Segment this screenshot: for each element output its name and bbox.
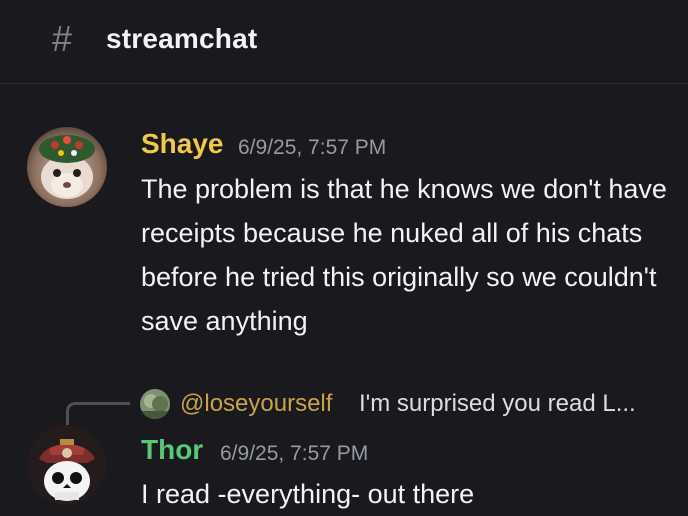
reply-author[interactable]: @loseyourself xyxy=(180,389,332,419)
reply-preview[interactable]: I'm surprised you read L... xyxy=(359,389,669,419)
avatar[interactable] xyxy=(27,425,107,505)
message-author[interactable]: Thor xyxy=(141,433,203,467)
hash-icon: # xyxy=(52,18,73,59)
channel-header: # streamchat xyxy=(0,0,688,84)
avatar-image xyxy=(27,425,107,505)
avatar-image xyxy=(27,127,107,207)
channel-name[interactable]: streamchat xyxy=(106,22,257,56)
message-timestamp: 6/9/25, 7:57 PM xyxy=(238,136,387,159)
message-text: I read -everything- out there xyxy=(141,479,475,509)
message-timestamp: 6/9/25, 7:57 PM xyxy=(220,442,369,465)
message-author[interactable]: Shaye xyxy=(141,127,224,161)
avatar[interactable] xyxy=(27,127,107,207)
reply-connector xyxy=(66,402,130,428)
reply-avatar-image xyxy=(140,389,170,419)
reply-avatar[interactable] xyxy=(140,389,170,419)
message-text: The problem is that he knows we don't ha… xyxy=(141,174,667,336)
